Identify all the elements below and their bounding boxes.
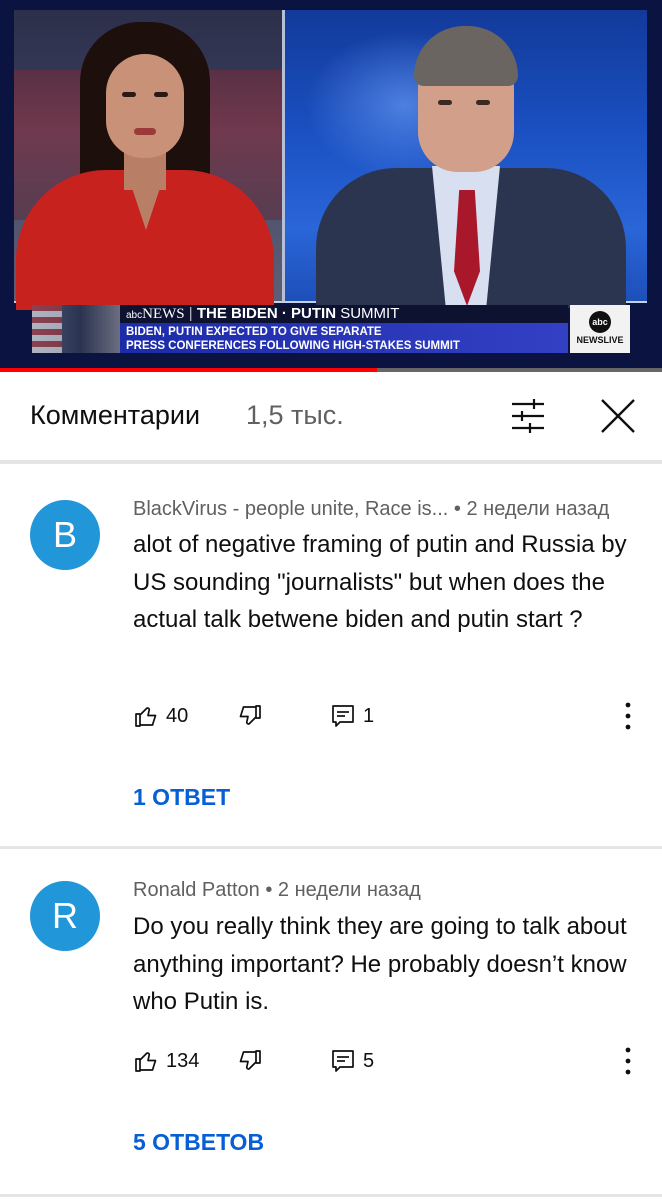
reply-button[interactable]: 1	[331, 704, 374, 728]
split-divider	[282, 10, 285, 302]
sort-filter-icon	[512, 399, 544, 433]
dislike-button[interactable]	[238, 1049, 262, 1073]
sort-button[interactable]	[506, 398, 550, 434]
comment-meta: Ronald Patton • 2 недели назад	[133, 879, 421, 901]
thumbs-down-icon	[239, 1050, 261, 1070]
comment-divider	[0, 1194, 662, 1197]
avatar[interactable]: B	[30, 500, 100, 570]
thumbs-down-icon	[239, 705, 261, 725]
close-button[interactable]	[596, 396, 640, 436]
banner-headline: BIDEN, PUTIN EXPECTED TO GIVE SEPARATE P…	[120, 323, 568, 353]
reply-count: 5	[363, 1049, 375, 1072]
comment-reply-icon	[332, 705, 354, 727]
more-options-button[interactable]	[616, 699, 640, 733]
view-replies-link[interactable]: 5 ОТВЕТОВ	[133, 1129, 264, 1156]
thumbs-up-icon	[135, 707, 157, 727]
like-button[interactable]: 134	[134, 1049, 199, 1073]
banner-top-bar: abcNEWS | THE BIDEN · PUTIN SUMMIT	[120, 305, 568, 323]
like-button[interactable]: 40	[134, 704, 188, 728]
comment-text: alot of negative framing of putin and Ru…	[133, 531, 627, 633]
comments-count: 1,5 тыс.	[246, 400, 344, 430]
reply-count: 1	[363, 704, 375, 727]
like-count: 40	[166, 704, 189, 727]
comment-time: 2 недели назад	[277, 879, 421, 901]
abc-news-live-logo: abc NEWSLIVE	[570, 305, 630, 353]
avatar[interactable]: R	[30, 881, 100, 951]
view-replies-link[interactable]: 1 ОТВЕТ	[133, 784, 230, 811]
comment-thread: B BlackVirus - people unite, Race is... …	[0, 464, 662, 846]
comment-reply-icon	[332, 1050, 354, 1072]
anchor-woman-body	[16, 170, 274, 310]
comment-thread: R Ronald Patton • 2 недели назад Do you …	[0, 849, 662, 1200]
more-vertical-icon	[625, 702, 631, 730]
comment-author[interactable]: Ronald Patton	[133, 879, 260, 901]
like-count: 134	[166, 1049, 200, 1072]
comments-header: Комментарии 1,5 тыс.	[0, 372, 662, 462]
comments-title: Комментарии	[30, 400, 201, 430]
more-options-button[interactable]	[616, 1044, 640, 1078]
more-vertical-icon	[625, 1047, 631, 1075]
comment-text: Do you really think they are going to ta…	[133, 913, 627, 1015]
dislike-button[interactable]	[238, 704, 262, 728]
news-lower-third: abcNEWS | THE BIDEN · PUTIN SUMMIT BIDEN…	[32, 305, 630, 353]
close-icon	[601, 399, 635, 433]
comment-time: 2 недели назад	[466, 498, 610, 520]
anchor-woman-face	[106, 54, 184, 158]
comment-author[interactable]: BlackVirus - people unite, Race is...	[133, 498, 448, 520]
thumbs-up-icon	[135, 1052, 157, 1072]
reply-button[interactable]: 5	[331, 1049, 374, 1073]
comment-meta: BlackVirus - people unite, Race is... • …	[133, 498, 610, 520]
video-player[interactable]: abcNEWS | THE BIDEN · PUTIN SUMMIT BIDEN…	[0, 0, 662, 372]
summit-thumbnail	[32, 305, 120, 353]
